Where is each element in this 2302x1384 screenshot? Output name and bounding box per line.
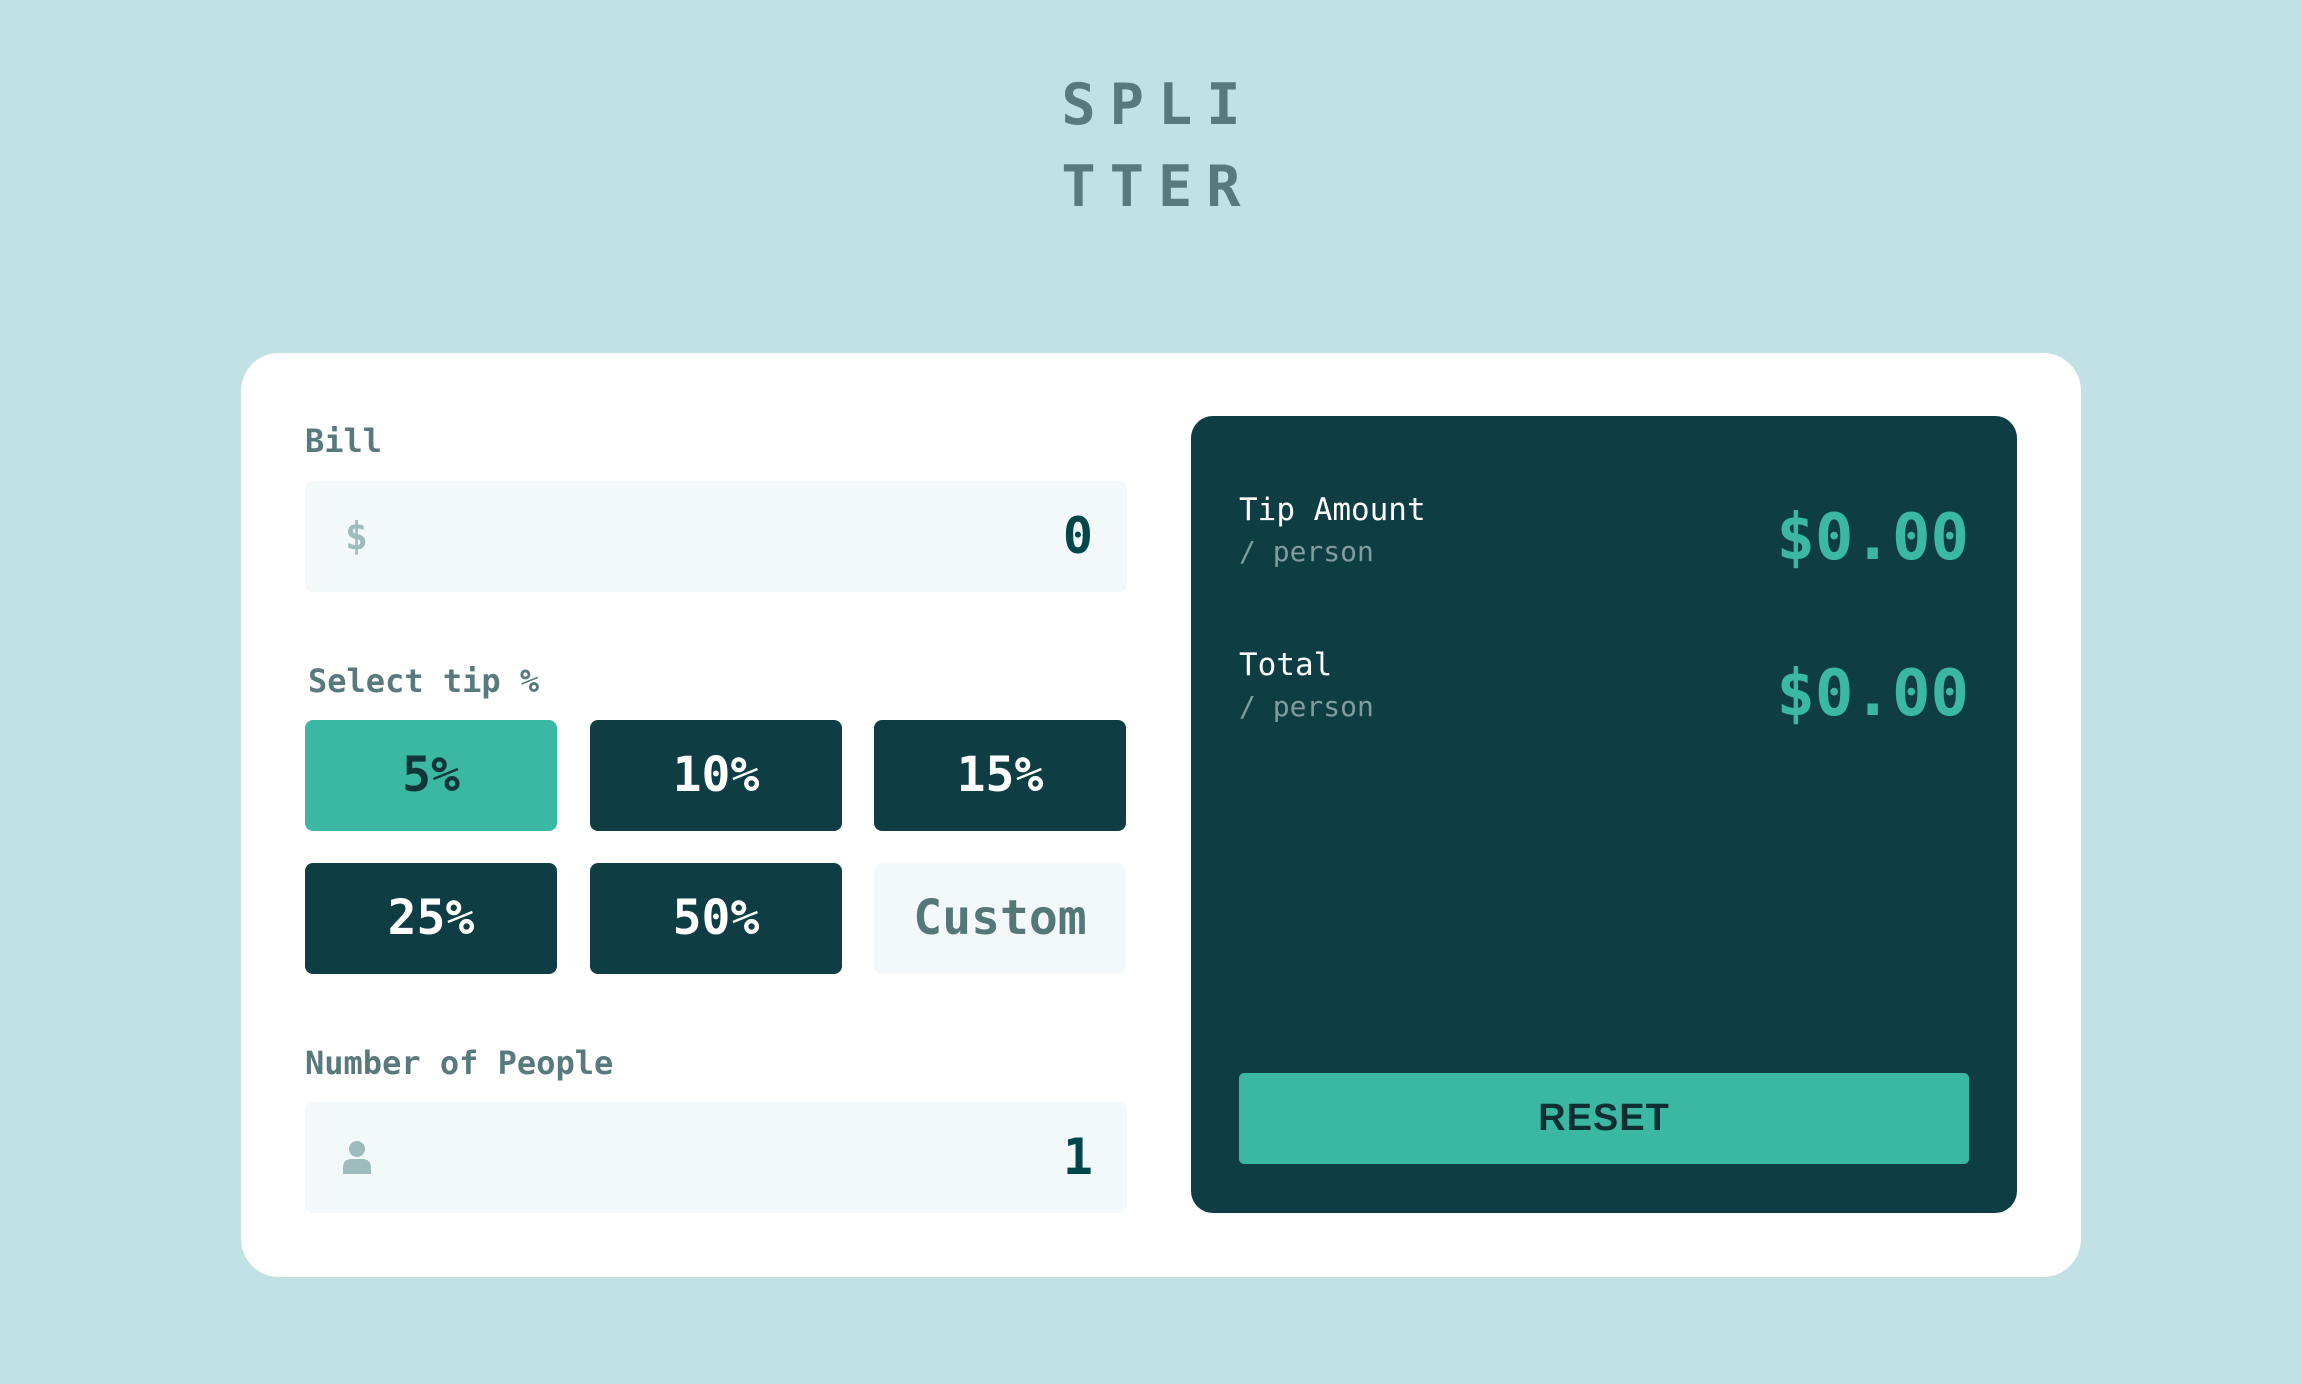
tip-button-25[interactable]: 25% — [305, 863, 557, 974]
people-label: Number of People — [305, 1044, 614, 1082]
tip-button-5[interactable]: 5% — [305, 720, 557, 831]
bill-value[interactable]: 0 — [1063, 481, 1093, 592]
people-input[interactable]: 1 — [305, 1102, 1127, 1213]
select-tip-label: Select tip % — [308, 662, 540, 700]
dollar-icon: $ — [345, 514, 368, 558]
calculator-card: Bill $ 0 Select tip % 5% 10% 15% 25% 50%… — [241, 353, 2081, 1277]
person-icon — [343, 1141, 371, 1174]
tip-amount-per-person: / person — [1239, 535, 1374, 568]
custom-tip-input[interactable]: Custom — [874, 863, 1126, 974]
app-logo: SPLI TTER — [0, 64, 2302, 228]
tip-button-15[interactable]: 15% — [874, 720, 1126, 831]
tip-amount-value: $0.00 — [1776, 501, 1969, 575]
logo-line-1: SPLI — [1061, 72, 1255, 138]
tip-button-10[interactable]: 10% — [590, 720, 842, 831]
people-value[interactable]: 1 — [1063, 1102, 1093, 1213]
total-per-person: / person — [1239, 690, 1374, 723]
logo-line-2: TTER — [1061, 154, 1255, 220]
tip-amount-label: Tip Amount — [1239, 492, 1426, 528]
total-value: $0.00 — [1776, 657, 1969, 731]
reset-button[interactable]: RESET — [1239, 1073, 1969, 1164]
bill-label: Bill — [305, 422, 383, 460]
results-panel: Tip Amount / person $0.00 Total / person… — [1191, 416, 2017, 1213]
tip-button-50[interactable]: 50% — [590, 863, 842, 974]
total-label: Total — [1239, 647, 1333, 683]
bill-input[interactable]: $ 0 — [305, 481, 1127, 592]
